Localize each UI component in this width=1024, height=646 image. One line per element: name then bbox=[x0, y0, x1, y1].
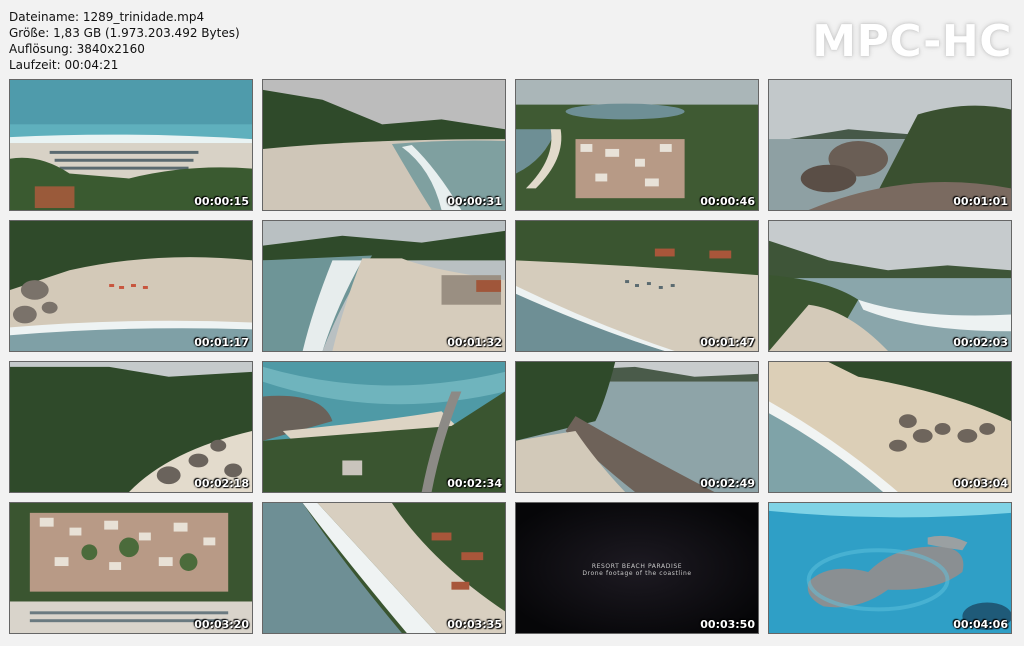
thumbnail-image bbox=[263, 221, 505, 351]
file-duration: Laufzeit: 00:04:21 bbox=[9, 58, 119, 72]
mpc-hc-logo: MPC-HC bbox=[812, 16, 1012, 67]
timestamp: 00:01:47 bbox=[700, 336, 755, 349]
file-info-panel: Dateiname: 1289_trinidade.mp4 Größe: 1,8… bbox=[9, 9, 240, 73]
timestamp: 00:03:20 bbox=[194, 618, 249, 631]
thumbnail-5[interactable]: 00:01:17 bbox=[9, 220, 253, 352]
thumbnail-15[interactable]: RESORT BEACH PARADISE Drone footage of t… bbox=[515, 502, 759, 634]
thumbnail-image bbox=[516, 362, 758, 492]
thumbnail-image bbox=[10, 362, 252, 492]
thumbnail-image bbox=[769, 80, 1011, 210]
timestamp: 00:04:06 bbox=[953, 618, 1008, 631]
thumbnail-image bbox=[263, 80, 505, 210]
thumbnail-1[interactable]: 00:00:15 bbox=[9, 79, 253, 211]
timestamp: 00:02:34 bbox=[447, 477, 502, 490]
file-name: Dateiname: 1289_trinidade.mp4 bbox=[9, 10, 205, 24]
timestamp: 00:01:32 bbox=[447, 336, 502, 349]
thumbnail-13[interactable]: 00:03:20 bbox=[9, 502, 253, 634]
timestamp: 00:00:46 bbox=[700, 195, 755, 208]
thumbnail-image bbox=[516, 221, 758, 351]
thumbnail-11[interactable]: 00:02:49 bbox=[515, 361, 759, 493]
timestamp: 00:03:35 bbox=[447, 618, 502, 631]
file-size: Größe: 1,83 GB (1.973.203.492 Bytes) bbox=[9, 26, 240, 40]
thumbnail-image bbox=[769, 221, 1011, 351]
timestamp: 00:02:49 bbox=[700, 477, 755, 490]
thumbnail-16[interactable]: 00:04:06 bbox=[768, 502, 1012, 634]
thumbnail-2[interactable]: 00:00:31 bbox=[262, 79, 506, 211]
thumbnail-14[interactable]: 00:03:35 bbox=[262, 502, 506, 634]
thumbnail-image bbox=[769, 503, 1011, 633]
timestamp: 00:02:18 bbox=[194, 477, 249, 490]
thumbnail-image bbox=[516, 80, 758, 210]
title-card-line1: RESORT BEACH PARADISE bbox=[591, 563, 683, 570]
thumbnail-image bbox=[769, 362, 1011, 492]
timestamp: 00:00:31 bbox=[447, 195, 502, 208]
timestamp: 00:03:04 bbox=[953, 477, 1008, 490]
thumbnail-12[interactable]: 00:03:04 bbox=[768, 361, 1012, 493]
thumbnail-9[interactable]: 00:02:18 bbox=[9, 361, 253, 493]
thumbnail-8[interactable]: 00:02:03 bbox=[768, 220, 1012, 352]
timestamp: 00:01:17 bbox=[194, 336, 249, 349]
timestamp: 00:02:03 bbox=[953, 336, 1008, 349]
thumbnail-image bbox=[10, 503, 252, 633]
thumbnail-10[interactable]: 00:02:34 bbox=[262, 361, 506, 493]
timestamp: 00:03:50 bbox=[700, 618, 755, 631]
thumbnail-4[interactable]: 00:01:01 bbox=[768, 79, 1012, 211]
title-card-text: RESORT BEACH PARADISE Drone footage of t… bbox=[516, 563, 758, 577]
thumbnail-7[interactable]: 00:01:47 bbox=[515, 220, 759, 352]
thumbnail-6[interactable]: 00:01:32 bbox=[262, 220, 506, 352]
title-card-line2: Drone footage of the coastline bbox=[582, 570, 692, 577]
timestamp: 00:01:01 bbox=[953, 195, 1008, 208]
timestamp: 00:00:15 bbox=[194, 195, 249, 208]
thumbnail-image bbox=[10, 221, 252, 351]
file-resolution: Auflösung: 3840x2160 bbox=[9, 42, 145, 56]
thumbnail-3[interactable]: 00:00:46 bbox=[515, 79, 759, 211]
thumbnail-image bbox=[263, 362, 505, 492]
thumbnail-image bbox=[263, 503, 505, 633]
thumbnail-image bbox=[10, 80, 252, 210]
